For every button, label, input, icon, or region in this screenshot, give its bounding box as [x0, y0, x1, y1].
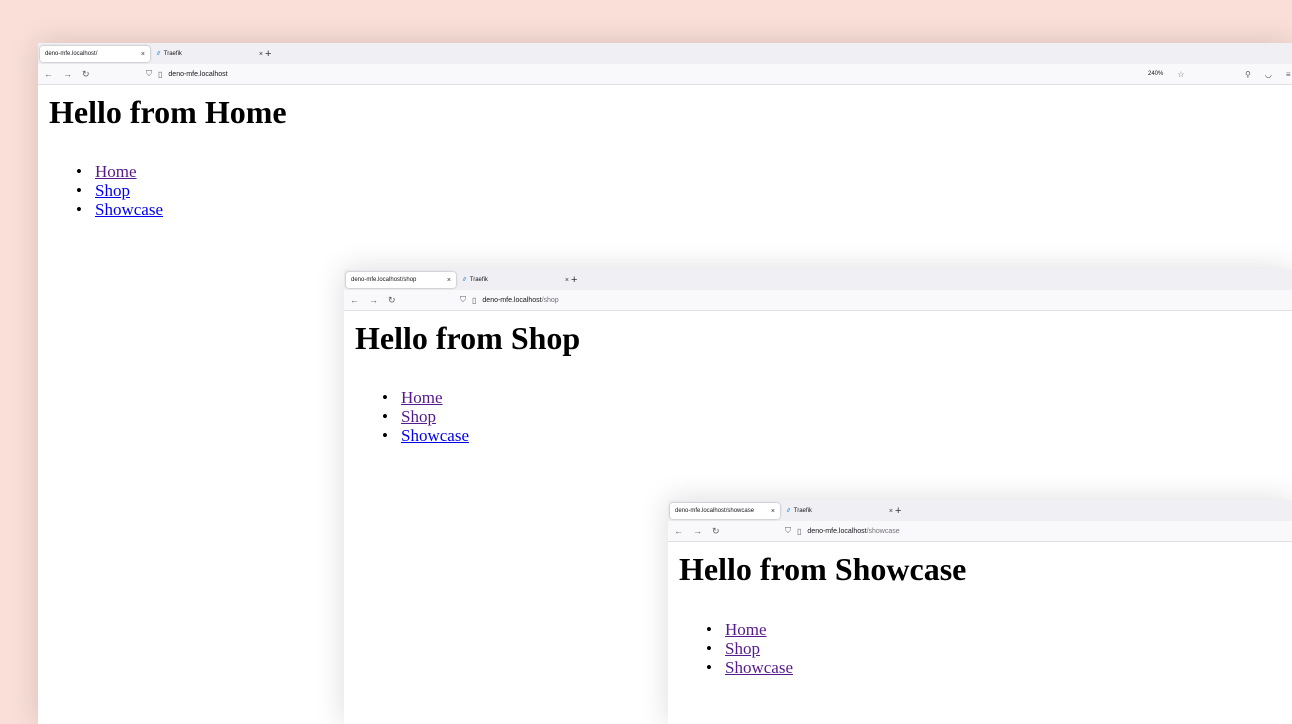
bullet: • [76, 200, 82, 219]
url-bar[interactable]: ⛉ ▯ deno-mfe.localhost/shop [460, 290, 559, 310]
link-showcase[interactable]: Showcase [95, 200, 163, 219]
page-heading: Hello from Home [49, 94, 287, 130]
url-host: deno-mfe.localhost [482, 296, 542, 304]
zoom-level[interactable]: 240% [1148, 71, 1163, 77]
bullet: • [382, 426, 388, 445]
traefik-favicon-icon: // [157, 51, 160, 57]
close-tab-icon[interactable]: × [565, 277, 569, 284]
close-tab-icon[interactable]: × [447, 277, 451, 284]
page-heading: Hello from Showcase [679, 551, 967, 587]
back-arrow-icon[interactable]: ← [44, 69, 53, 79]
tracking-protection-icon[interactable]: ⛉ [460, 295, 466, 305]
list-item: • Home [706, 620, 1292, 639]
forward-arrow-icon[interactable]: → [63, 69, 72, 79]
url-bar[interactable]: ⛉ ▯ deno-mfe.localhost/showcase [785, 521, 900, 541]
list-item: • Shop [706, 639, 1292, 658]
new-tab-icon[interactable]: + [571, 272, 577, 288]
link-home[interactable]: Home [95, 162, 137, 181]
bullet: • [706, 658, 712, 677]
url-host: deno-mfe.localhost [168, 70, 228, 78]
tracking-protection-icon[interactable]: ⛉ [785, 526, 791, 536]
bullet: • [382, 388, 388, 407]
list-item: • Showcase [76, 200, 1292, 219]
tab-title: Traefik [163, 51, 182, 57]
back-arrow-icon[interactable]: ← [350, 295, 359, 305]
tab-traefik[interactable]: // Traefik × [458, 272, 574, 288]
forward-arrow-icon[interactable]: → [693, 526, 702, 536]
tab-traefik[interactable]: // Traefik × [152, 46, 268, 62]
tab-shop[interactable]: deno-mfe.localhost/shop × [346, 272, 456, 288]
reload-icon[interactable]: ↻ [388, 295, 396, 306]
tab-bar: deno-mfe.localhost/showcase × // Traefik… [668, 500, 1292, 521]
tab-title: deno-mfe.localhost/showcase [675, 508, 755, 514]
tab-title: Traefik [793, 508, 812, 514]
traefik-favicon-icon: // [463, 277, 466, 283]
list-item: • Showcase [382, 426, 1292, 445]
tab-bar: deno-mfe.localhost/shop × // Traefik × + [344, 269, 1292, 290]
browser-window-showcase: deno-mfe.localhost/showcase × // Traefik… [668, 500, 1292, 724]
list-item: • Home [76, 162, 1292, 181]
bullet: • [76, 162, 82, 181]
bullet: • [76, 181, 82, 200]
url-path: /shop [541, 296, 559, 304]
tab-title: deno-mfe.localhost/ [45, 51, 98, 57]
new-tab-icon[interactable]: + [265, 46, 271, 62]
link-showcase[interactable]: Showcase [401, 426, 469, 445]
list-item: • Shop [76, 181, 1292, 200]
close-tab-icon[interactable]: × [771, 508, 775, 515]
page-content: Hello from Home • Home • Shop • Showcase [38, 85, 1292, 219]
page-icon: ▯ [158, 69, 163, 79]
tab-showcase[interactable]: deno-mfe.localhost/showcase × [670, 503, 780, 519]
tab-bar: deno-mfe.localhost/ × // Traefik × + [38, 43, 1292, 64]
list-item: • Showcase [706, 658, 1292, 677]
link-shop[interactable]: Shop [725, 639, 760, 658]
traefik-favicon-icon: // [787, 508, 790, 514]
link-shop[interactable]: Shop [401, 407, 436, 426]
list-item: • Home [382, 388, 1292, 407]
new-tab-icon[interactable]: + [895, 503, 901, 519]
url-bar[interactable]: ⛉ ▯ deno-mfe.localhost [146, 64, 228, 84]
bullet: • [706, 620, 712, 639]
page-content: Hello from Shop • Home • Shop • Showcase [344, 311, 1292, 445]
forward-arrow-icon[interactable]: → [369, 295, 378, 305]
hamburger-menu-icon[interactable]: ≡ [1286, 70, 1291, 79]
reload-icon[interactable]: ↻ [712, 526, 720, 537]
tab-title: deno-mfe.localhost/shop [351, 277, 417, 283]
page-icon: ▯ [797, 526, 802, 536]
nav-link-list: • Home • Shop • Showcase [706, 620, 1292, 677]
bullet: • [706, 639, 712, 658]
link-home[interactable]: Home [725, 620, 767, 639]
tracking-protection-icon[interactable]: ⛉ [146, 69, 152, 79]
nav-bar: ← → ↻ ⛉ ▯ deno-mfe.localhost/showcase [668, 521, 1292, 542]
tab-title: Traefik [469, 277, 488, 283]
nav-bar: ← → ↻ ⛉ ▯ deno-mfe.localhost/shop [344, 290, 1292, 311]
nav-link-list: • Home • Shop • Showcase [76, 162, 1292, 219]
url-path: /showcase [866, 527, 900, 535]
link-showcase[interactable]: Showcase [725, 658, 793, 677]
link-home[interactable]: Home [401, 388, 443, 407]
nav-link-list: • Home • Shop • Showcase [382, 388, 1292, 445]
page-icon: ▯ [472, 295, 477, 305]
nav-bar: ← → ↻ ⛉ ▯ deno-mfe.localhost 240% ☆ ⚲ ◡ … [38, 64, 1292, 85]
back-arrow-icon[interactable]: ← [674, 526, 683, 536]
url-host: deno-mfe.localhost [807, 527, 867, 535]
pocket-icon[interactable]: ◡ [1265, 70, 1272, 79]
reload-icon[interactable]: ↻ [82, 69, 90, 80]
bullet: • [382, 407, 388, 426]
page-heading: Hello from Shop [355, 320, 581, 356]
list-item: • Shop [382, 407, 1292, 426]
tab-home[interactable]: deno-mfe.localhost/ × [40, 46, 150, 62]
bookmark-star-icon[interactable]: ☆ [1177, 70, 1184, 79]
page-content: Hello from Showcase • Home • Shop • Showcas… [668, 542, 1292, 677]
close-tab-icon[interactable]: × [889, 508, 893, 515]
link-shop[interactable]: Shop [95, 181, 130, 200]
extensions-icon[interactable]: ⚲ [1245, 70, 1251, 79]
close-tab-icon[interactable]: × [141, 51, 145, 58]
tab-traefik[interactable]: // Traefik × [782, 503, 898, 519]
close-tab-icon[interactable]: × [259, 51, 263, 58]
